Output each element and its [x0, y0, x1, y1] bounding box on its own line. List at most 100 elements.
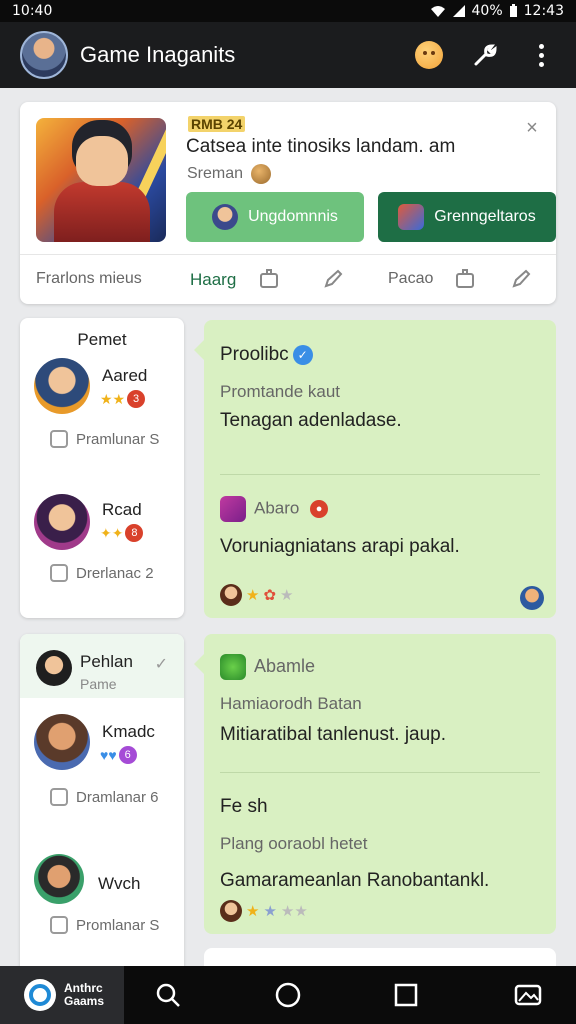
- emoji-icon[interactable]: [414, 40, 444, 70]
- close-icon[interactable]: ×: [520, 116, 544, 140]
- card-tab-row: Frarlons mieus Haarg Pacao: [20, 260, 556, 300]
- app-bar-actions: [414, 40, 556, 70]
- app-logo-icon: [24, 979, 56, 1011]
- post-body: Mitiaratibal tanlenust. jaup.: [220, 724, 447, 745]
- post-card-2[interactable]: Abamle Hamiaorodh Batan Mitiaratibal tan…: [194, 634, 556, 934]
- divider: [220, 772, 540, 773]
- nav-home-button[interactable]: Anthrc Gaams: [0, 966, 124, 1024]
- post-subtitle: Promtande kaut: [220, 382, 341, 401]
- signal-icon: [452, 5, 465, 17]
- face-icon: [251, 164, 272, 184]
- tab-active[interactable]: Haarg: [190, 270, 236, 290]
- meta-text: Dramlanar 6: [76, 788, 159, 806]
- star-icon: ★★: [100, 390, 126, 407]
- bottom-nav: Anthrc Gaams: [0, 966, 576, 1024]
- share-box-icon-2[interactable]: [452, 266, 478, 292]
- status-bar: 10:40 40% 12:43: [0, 0, 576, 22]
- wrench-icon[interactable]: [470, 40, 500, 70]
- verified-icon: ✓: [292, 344, 313, 365]
- avatar: [34, 494, 90, 550]
- avatar: [220, 584, 242, 606]
- list-item[interactable]: [34, 854, 84, 904]
- nav-home-label: Anthrc Gaams: [64, 982, 104, 1008]
- meta-text: Drerlanac 2: [76, 564, 154, 582]
- person-sub: Pame: [80, 676, 117, 692]
- post-subtitle: Hamiaorodh Batan: [220, 694, 362, 713]
- app-icon: [220, 496, 246, 522]
- list-item-meta: Dramlanar 6: [50, 788, 159, 806]
- avatar: [520, 586, 544, 610]
- list-item[interactable]: [34, 494, 90, 550]
- post-message: Voruniagniatans arapi pakal.: [220, 536, 460, 557]
- rating-badges: ♥♥ 6: [100, 746, 137, 764]
- post-author-row: Abamle: [220, 654, 315, 680]
- pen-icon[interactable]: [320, 266, 346, 292]
- rating-badges: ✦✦ 8: [100, 524, 144, 542]
- person-name: Aared: [102, 366, 148, 385]
- gallery-icon[interactable]: [512, 979, 544, 1011]
- card-pointer: [194, 654, 204, 674]
- game-notification-card: RMB 24 Catsea inte tinosiks landam. am S…: [20, 102, 556, 304]
- notification-title: Catsea inte tinosiks landam. am: [186, 136, 456, 157]
- post-body: Tenagan adenladase.: [220, 410, 402, 431]
- nav-home-label-2: Gaams: [64, 994, 105, 1008]
- rating-row: ★ ★ ★★: [220, 900, 308, 922]
- list-item-meta: Pramlunar S: [50, 430, 159, 448]
- recents-square-icon[interactable]: [390, 979, 422, 1011]
- post-title-row: Proolibc ✓: [220, 344, 313, 366]
- profile-avatar[interactable]: [20, 31, 68, 79]
- character-icon: [212, 204, 239, 230]
- list-item[interactable]: [34, 358, 90, 414]
- app-icon: [220, 654, 246, 680]
- status-icons: 40% 12:43: [430, 3, 564, 19]
- battery-percent: 40%: [471, 3, 503, 19]
- search-icon[interactable]: [152, 979, 184, 1011]
- notification-subtitle-text: Sreman: [187, 165, 244, 182]
- game-tag: RMB 24: [188, 116, 246, 132]
- star-empty-icon: ★★: [280, 903, 308, 920]
- reaction-badge-icon: ●: [310, 500, 329, 518]
- check-icon: ✓: [154, 656, 168, 673]
- status-time-right: 12:43: [523, 3, 564, 19]
- post-subtitle-2: Plang ooraobl hetet: [220, 834, 368, 853]
- post-body-2: Gamarameanlan Ranobantankl.: [220, 870, 490, 891]
- rating-row: ★ ✿ ★: [220, 584, 293, 606]
- person-name: Wvch: [98, 874, 141, 893]
- secondary-action-button[interactable]: Grenngeltaros: [378, 192, 556, 242]
- primary-action-button[interactable]: Ungdomnnis: [186, 192, 364, 242]
- person-name: Kmadc: [102, 722, 155, 741]
- avatar: [34, 714, 90, 770]
- primary-action-label: Ungdomnnis: [248, 208, 338, 225]
- post-title: Fe sh: [220, 796, 268, 817]
- rating-badges: ★★ 3: [100, 390, 146, 408]
- meta-text: Promlanar S: [76, 916, 160, 934]
- avatar: [34, 358, 90, 414]
- list-item[interactable]: [34, 714, 90, 770]
- divider: [220, 474, 540, 475]
- post-author: Abamle: [254, 655, 316, 676]
- avatar: [34, 854, 84, 904]
- battery-icon: [509, 4, 517, 17]
- star-icon: ★: [246, 587, 260, 604]
- heart-badge-icon: ✦✦: [100, 524, 124, 541]
- post-card-1[interactable]: Proolibc ✓ Promtande kaut Tenagan adenlad…: [194, 320, 556, 618]
- heart-badge-icon: ♥♥: [100, 747, 117, 763]
- document-icon: [50, 916, 68, 934]
- pen-icon-2[interactable]: [508, 266, 534, 292]
- tab-first[interactable]: Frarlons mieus: [36, 270, 142, 288]
- document-icon: [50, 788, 68, 806]
- share-box-icon[interactable]: [256, 266, 282, 292]
- section-title: Pemet: [77, 330, 127, 349]
- post-author: Abaro: [254, 498, 300, 518]
- more-vert-icon[interactable]: [526, 40, 556, 70]
- person-name: Rcad: [102, 500, 142, 519]
- home-circle-icon[interactable]: [272, 979, 304, 1011]
- wifi-icon: [430, 6, 445, 17]
- tab-third[interactable]: Pacao: [388, 270, 433, 288]
- flower-icon: ✿: [263, 587, 277, 604]
- status-time-left: 10:40: [12, 3, 53, 19]
- notification-subtitle: Sreman: [187, 164, 272, 184]
- game-icon: [398, 204, 425, 230]
- document-icon: [50, 430, 68, 448]
- person-name: Pehlan: [80, 652, 133, 671]
